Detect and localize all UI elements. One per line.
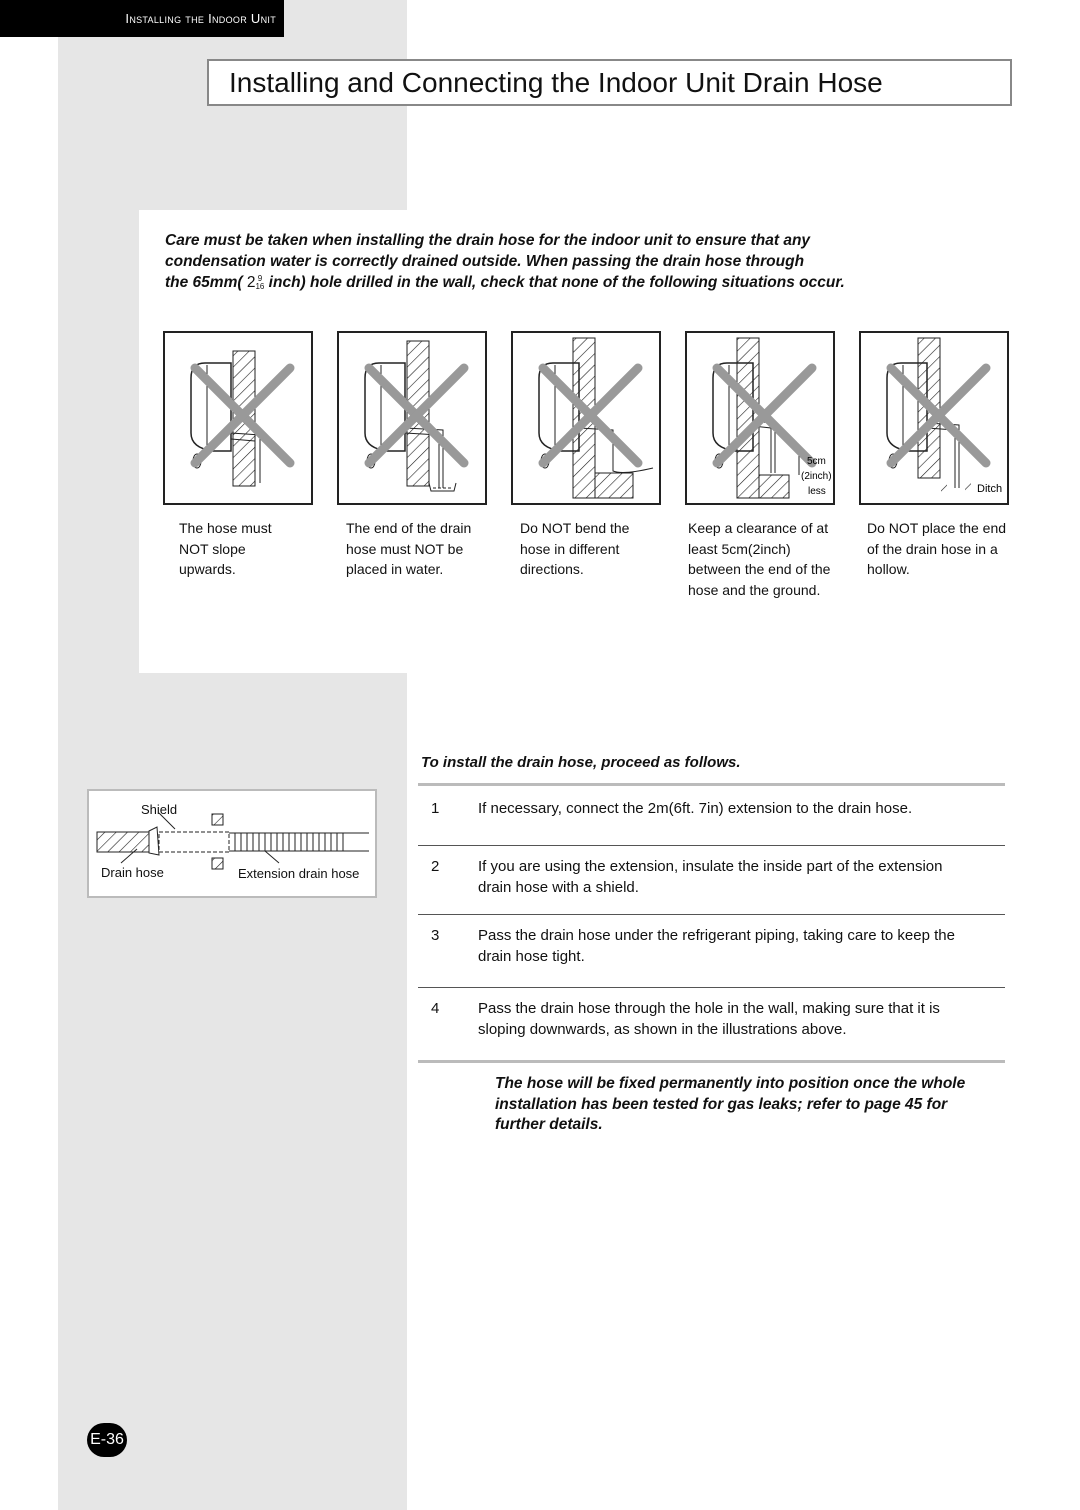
illustration-hollow: Ditch	[859, 331, 1009, 505]
section-tab: Installing the Indoor Unit	[0, 0, 284, 37]
caution-text: Care must be taken when installing the d…	[165, 230, 1045, 293]
step-text: If necessary, connect the 2m(6ft. 7in) e…	[478, 800, 913, 817]
caption-4: Keep a clearance of at least 5cm(2inch) …	[688, 520, 831, 598]
step-number: 1	[431, 800, 440, 817]
shield-diagram: Shield Drain hose Extension drain hose	[87, 789, 377, 898]
step: 2 If you are using the extension, insulat…	[418, 846, 1005, 915]
step: 1 If necessary, connect the 2m(6ft. 7in) …	[418, 786, 1005, 846]
caution-text-part: inch) hole drilled in the wall, check th…	[264, 274, 845, 291]
caption-2: The end of the drain hose must NOT be pl…	[346, 520, 472, 577]
label-5cm: 5cm	[807, 456, 826, 467]
illustration-clearance: 5cm (2inch) less	[685, 331, 835, 505]
caution-line: condensation water is correctly drained …	[165, 253, 805, 270]
label-ditch: Ditch	[977, 483, 1002, 495]
illustration-bent-hose	[511, 331, 661, 505]
caution-text-part: the 65mm(	[165, 274, 243, 291]
drain-hose-label: Drain hose	[101, 865, 164, 880]
caution-line: the 65mm( 2 9 16 inch) hole drilled in the…	[165, 272, 1045, 293]
label-2inch: (2inch)	[801, 471, 832, 482]
step-number: 3	[431, 927, 440, 944]
caption-3: Do NOT bend the hose in different direct…	[520, 520, 630, 577]
page-title: Installing and Connecting the Indoor Uni…	[207, 59, 1012, 106]
caution-line: Care must be taken when installing the d…	[165, 232, 811, 249]
page-number: E-36	[87, 1423, 127, 1457]
label-less: less	[808, 486, 826, 497]
step-number: 2	[431, 858, 440, 875]
fraction-whole: 2	[246, 274, 256, 291]
caption-5: Do NOT place the end of the drain hose i…	[867, 520, 1007, 577]
illustration-slope-upwards	[163, 331, 313, 505]
caption-1: The hose must NOT slope upwards.	[179, 520, 272, 577]
extension-hose-label: Extension drain hose	[238, 866, 360, 881]
note-text: The hose will be fixed permanently into …	[495, 1075, 966, 1133]
step-text: Pass the drain hose through the hole in …	[478, 1000, 940, 1038]
step-text: Pass the drain hose under the refrigeran…	[478, 927, 955, 965]
step: 4 Pass the drain hose through the hole in…	[418, 988, 1005, 1063]
step: 3 Pass the drain hose under the refrigera…	[418, 915, 1005, 988]
steps-list: 1 If necessary, connect the 2m(6ft. 7in) …	[418, 783, 1005, 1063]
procedure-heading: To install the drain hose, proceed as fo…	[421, 754, 741, 771]
step-number: 4	[431, 1000, 440, 1017]
step-text: If you are using the extension, insulate…	[478, 858, 943, 896]
illustration-in-water	[337, 331, 487, 505]
shield-label: Shield	[141, 802, 178, 817]
